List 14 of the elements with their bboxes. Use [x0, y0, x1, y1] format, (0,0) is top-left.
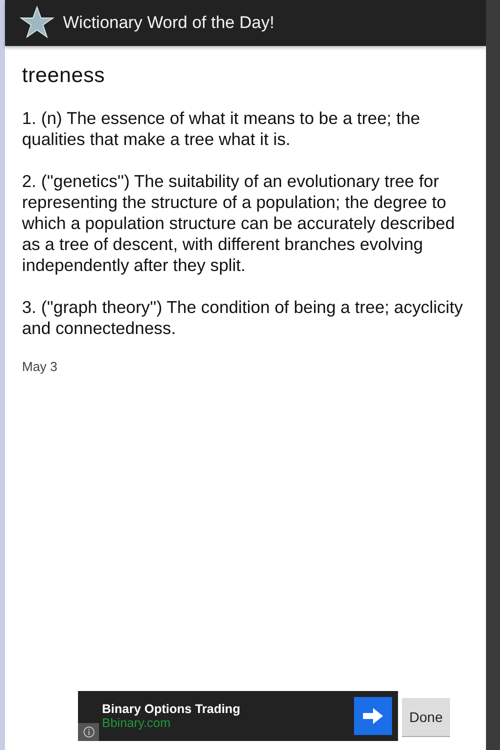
star-icon	[19, 5, 55, 41]
info-icon[interactable]	[78, 723, 99, 741]
definition-text: 1. (n) The essence of what it means to be a tree; the qualities that make a tree what it is.	[22, 108, 422, 150]
ad-url: Bbinary.com	[102, 716, 172, 730]
definition-text: 3. (''graph theory'') The condition of being a tree; acyclicity and connectedness.	[22, 297, 464, 339]
app-title: Wictionary Word of the Day!	[63, 13, 274, 33]
done-button[interactable]: Done	[402, 698, 450, 737]
ad-banner[interactable]: Binary Options Trading Bbinary.com	[78, 691, 398, 741]
definition-text: 2. (''genetics'') The suitability of an evolutionary tree for representing the structure of a population; the degree to which a population structure can be accurately described as a tree of descent, with different branches evolving independently after they split.	[22, 171, 456, 276]
ad-title: Binary Options Trading	[102, 702, 240, 716]
date-label: May 3	[22, 359, 58, 374]
arrow-button[interactable]	[354, 697, 392, 735]
arrow-icon	[363, 708, 383, 724]
word-title: treeness	[22, 64, 106, 88]
